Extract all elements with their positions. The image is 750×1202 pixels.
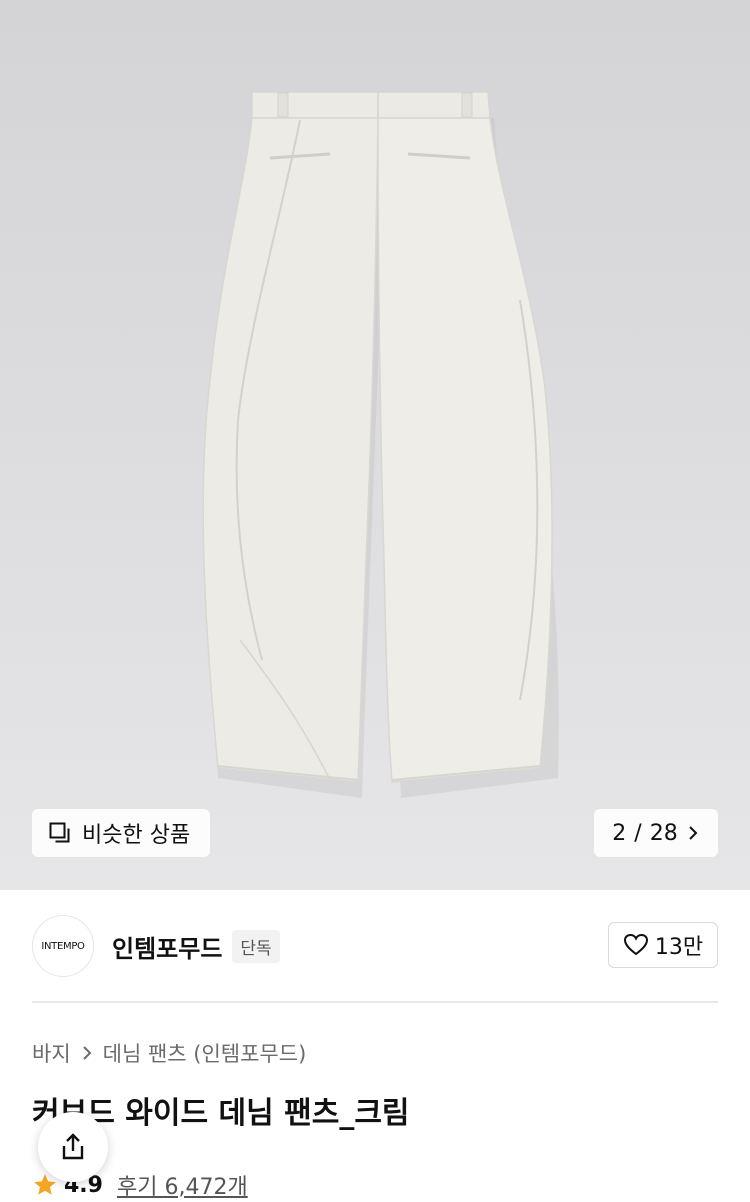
share-icon	[62, 1133, 84, 1160]
share-button[interactable]	[38, 1112, 108, 1182]
product-image-gallery[interactable]: 비슷한 상품 2 / 28	[0, 0, 750, 890]
image-counter-button[interactable]: 2 / 28	[594, 809, 718, 857]
review-count-link[interactable]: 후기 6,472개	[117, 1169, 248, 1201]
section-divider	[32, 1001, 718, 1003]
brand-logo-text: INTEMPO	[41, 940, 85, 952]
breadcrumb-item-pants[interactable]: 바지	[32, 1038, 71, 1068]
similar-items-label: 비슷한 상품	[82, 823, 191, 848]
heart-outline-icon	[623, 933, 648, 956]
like-count: 13만	[654, 935, 704, 960]
image-counter-separator: /	[634, 820, 642, 846]
breadcrumb-item-denim-pants[interactable]: 데님 팬츠 (인템포무드)	[103, 1038, 307, 1068]
product-photo-pants	[202, 91, 559, 798]
chevron-right-icon	[688, 826, 698, 840]
brand-row: INTEMPO 인템포무드 단독 13만	[32, 912, 718, 980]
breadcrumb: 바지 데님 팬츠 (인템포무드)	[32, 1036, 306, 1070]
image-counter-total: 28	[649, 820, 678, 846]
exclusive-badge: 단독	[232, 929, 280, 963]
similar-items-icon	[49, 822, 70, 843]
like-button[interactable]: 13만	[608, 922, 718, 968]
similar-items-button[interactable]: 비슷한 상품	[32, 809, 210, 857]
brand-logo[interactable]: INTEMPO	[32, 915, 94, 977]
image-counter-current: 2	[612, 820, 627, 846]
chevron-right-icon	[82, 1046, 92, 1060]
brand-name[interactable]: 인템포무드	[112, 929, 222, 964]
